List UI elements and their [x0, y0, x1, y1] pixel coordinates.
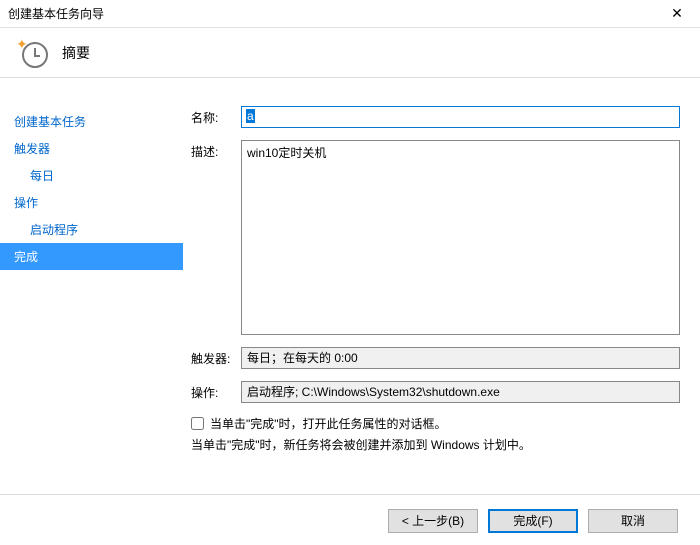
- sidebar-item-3[interactable]: 操作: [0, 189, 183, 216]
- main-area: 创建基本任务触发器每日操作启动程序完成 名称: a 描述: 触发器: 每日；在每…: [0, 78, 700, 488]
- action-label: 操作:: [191, 381, 241, 401]
- trigger-value: 每日；在每天的 0:00: [241, 347, 680, 369]
- window-title: 创建基本任务向导: [8, 5, 104, 22]
- back-button[interactable]: < 上一步(B): [388, 509, 478, 533]
- trigger-label: 触发器:: [191, 347, 241, 367]
- titlebar: 创建基本任务向导 ✕: [0, 0, 700, 28]
- divider: [0, 494, 700, 495]
- sidebar-item-4[interactable]: 启动程序: [0, 216, 183, 243]
- name-label: 名称:: [191, 106, 241, 126]
- hint-text: 当单击"完成"时，新任务将会被创建并添加到 Windows 计划中。: [191, 436, 680, 453]
- desc-label: 描述:: [191, 140, 241, 160]
- desc-textarea[interactable]: [241, 140, 680, 335]
- cancel-button[interactable]: 取消: [588, 509, 678, 533]
- sidebar-item-2[interactable]: 每日: [0, 162, 183, 189]
- name-input[interactable]: a: [241, 106, 680, 128]
- close-icon[interactable]: ✕: [662, 5, 692, 22]
- page-title: 摘要: [62, 43, 90, 63]
- sidebar-item-1[interactable]: 触发器: [0, 135, 183, 162]
- action-value: 启动程序; C:\Windows\System32\shutdown.exe: [241, 381, 680, 403]
- open-properties-checkbox[interactable]: [191, 417, 204, 430]
- sidebar: 创建基本任务触发器每日操作启动程序完成: [0, 78, 183, 488]
- wizard-header: ✦ 摘要: [0, 28, 700, 78]
- footer-buttons: < 上一步(B) 完成(F) 取消: [388, 509, 678, 533]
- sidebar-item-5[interactable]: 完成: [0, 243, 183, 270]
- finish-button[interactable]: 完成(F): [488, 509, 578, 533]
- content-panel: 名称: a 描述: 触发器: 每日；在每天的 0:00 操作: 启动程序; C:…: [183, 78, 700, 488]
- checkbox-label: 当单击"完成"时，打开此任务属性的对话框。: [210, 415, 447, 432]
- sidebar-item-0[interactable]: 创建基本任务: [0, 108, 183, 135]
- clock-icon: ✦: [18, 38, 48, 68]
